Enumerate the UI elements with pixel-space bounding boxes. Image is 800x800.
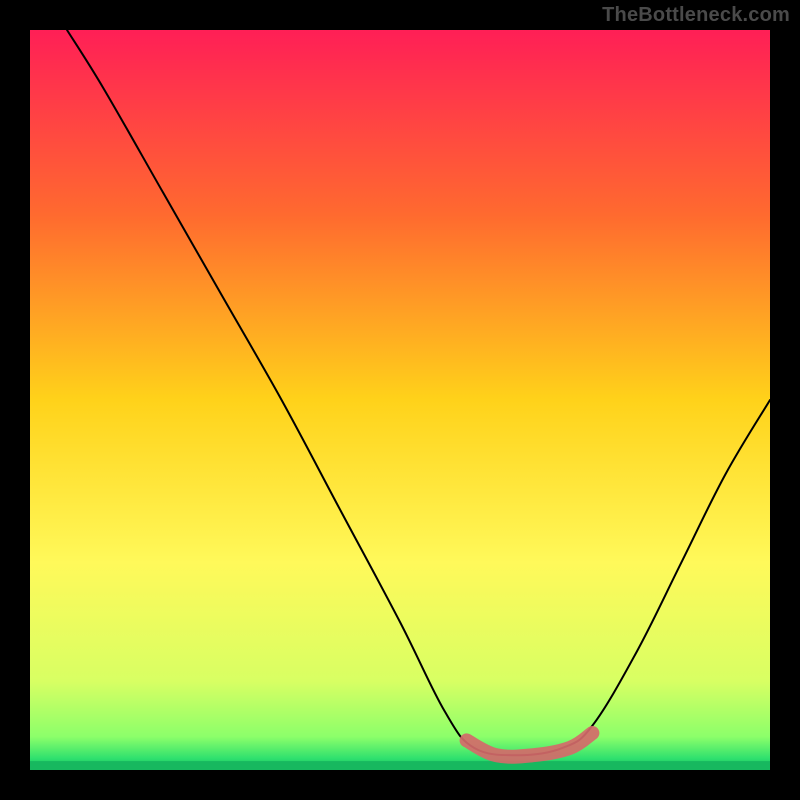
watermark-text: TheBottleneck.com <box>602 4 790 27</box>
plot-bottom-strip <box>30 761 770 770</box>
plot-background <box>30 30 770 770</box>
bottleneck-chart <box>0 0 800 800</box>
chart-stage: TheBottleneck.com <box>0 0 800 800</box>
